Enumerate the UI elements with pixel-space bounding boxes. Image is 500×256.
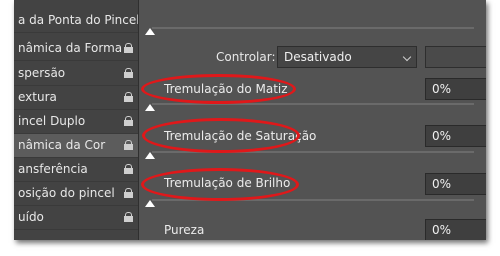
lock-icon[interactable] xyxy=(124,188,133,198)
list-item-brush-tip-shape[interactable]: a da Ponta do Pincel xyxy=(14,9,138,33)
slider-track[interactable] xyxy=(152,27,474,29)
list-item-label: osição do pincel xyxy=(18,186,115,200)
brush-settings-list: a da Ponta do Pincel nâmica da Forma spe… xyxy=(14,0,138,240)
chevron-down-icon xyxy=(402,52,412,62)
list-item-label: nâmica da Cor xyxy=(18,138,106,152)
saturation-jitter-thumb[interactable] xyxy=(145,152,155,159)
list-item-brush-pose[interactable]: osição do pincel xyxy=(14,182,138,206)
lock-icon[interactable] xyxy=(124,43,133,53)
highlight-ellipse xyxy=(141,168,299,201)
list-item-transfer[interactable]: ansferência xyxy=(14,158,138,182)
list-item-label: nâmica da Forma xyxy=(18,41,123,55)
list-item-texture[interactable]: extura xyxy=(14,86,138,110)
list-item-label: spersão xyxy=(18,66,66,80)
lock-icon[interactable] xyxy=(124,212,133,222)
list-item-label: a da Ponta do Pincel xyxy=(18,13,138,27)
slider-thumb[interactable] xyxy=(145,28,155,35)
brush-settings-panel: a da Ponta do Pincel nâmica da Forma spe… xyxy=(14,0,486,240)
list-item-shape-dynamics[interactable]: nâmica da Forma xyxy=(14,37,138,61)
lock-icon[interactable] xyxy=(124,164,133,174)
list-item-label: incel Duplo xyxy=(18,114,86,128)
list-item-scattering[interactable]: spersão xyxy=(14,62,138,86)
list-item-color-dynamics[interactable]: nâmica da Cor xyxy=(14,134,138,158)
panel-divider xyxy=(138,0,139,240)
list-item-label: extura xyxy=(18,90,57,104)
lock-icon[interactable] xyxy=(124,116,133,126)
hue-jitter-thumb[interactable] xyxy=(145,104,155,111)
brightness-jitter-input[interactable]: 0% xyxy=(425,173,486,195)
brightness-jitter-thumb[interactable] xyxy=(145,200,155,207)
control-select[interactable]: Desativado xyxy=(277,46,417,68)
list-item-label: ansferência xyxy=(18,162,88,176)
list-item-label: uído xyxy=(18,210,44,224)
lock-icon[interactable] xyxy=(124,92,133,102)
hue-jitter-input[interactable]: 0% xyxy=(425,78,486,100)
control-select-value: Desativado xyxy=(284,50,352,64)
control-label: Controlar: xyxy=(216,50,276,64)
saturation-jitter-input[interactable]: 0% xyxy=(425,125,486,147)
lock-icon[interactable] xyxy=(124,68,133,78)
highlight-ellipse xyxy=(141,74,296,104)
highlight-ellipse xyxy=(142,118,300,153)
list-item-dual-brush[interactable]: incel Duplo xyxy=(14,110,138,134)
purity-label: Pureza xyxy=(164,223,205,237)
control-extra-field[interactable] xyxy=(425,46,486,68)
lock-icon[interactable] xyxy=(124,140,133,150)
purity-input[interactable]: 0% xyxy=(425,219,486,240)
list-item-noise[interactable]: uído xyxy=(14,206,138,230)
